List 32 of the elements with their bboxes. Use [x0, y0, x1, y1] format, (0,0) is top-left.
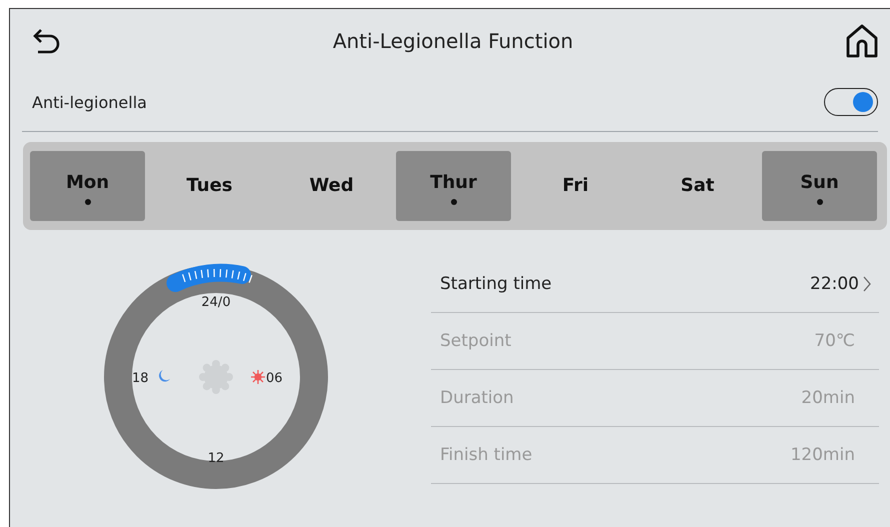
- day-tab[interactable]: Mon: [30, 151, 145, 221]
- sun-icon: [251, 370, 265, 384]
- setting-value: 20min: [801, 388, 855, 408]
- day-tab[interactable]: Fri: [518, 151, 633, 221]
- home-button[interactable]: [844, 23, 880, 59]
- setting-label: Starting time: [440, 274, 552, 294]
- time-marker[interactable]: [166, 264, 252, 292]
- setting-value: 70℃: [814, 331, 855, 351]
- screen-title: Anti-Legionella Function: [332, 29, 574, 53]
- toggle-label: Anti-legionella: [32, 92, 147, 112]
- selected-dot: [84, 199, 90, 205]
- chevron-icon: [863, 276, 871, 292]
- setting-label: Setpoint: [440, 331, 512, 351]
- hour-label: 12: [208, 451, 224, 466]
- hour-label: 18: [132, 371, 149, 386]
- selected-dot: [450, 199, 456, 205]
- setting-row[interactable]: Starting time 22:00: [431, 256, 879, 313]
- hour-label: 24/0: [201, 295, 231, 310]
- day-tab[interactable]: Sat: [640, 151, 755, 221]
- day-tab[interactable]: Sun: [762, 151, 877, 221]
- home-icon: [844, 23, 880, 59]
- selected-dot: [816, 199, 822, 205]
- hour-label: 06: [266, 371, 283, 386]
- day-tab[interactable]: Thur: [396, 151, 511, 221]
- setting-value: 120min: [790, 445, 855, 465]
- day-tab[interactable]: Tues: [152, 151, 267, 221]
- toggle-switch[interactable]: [824, 88, 878, 116]
- day-tab[interactable]: Wed: [274, 151, 389, 221]
- setting-label: Duration: [440, 388, 514, 408]
- setting-label: Finish time: [440, 445, 532, 465]
- moon-icon: [159, 370, 170, 382]
- setting-value: 22:00: [810, 274, 859, 294]
